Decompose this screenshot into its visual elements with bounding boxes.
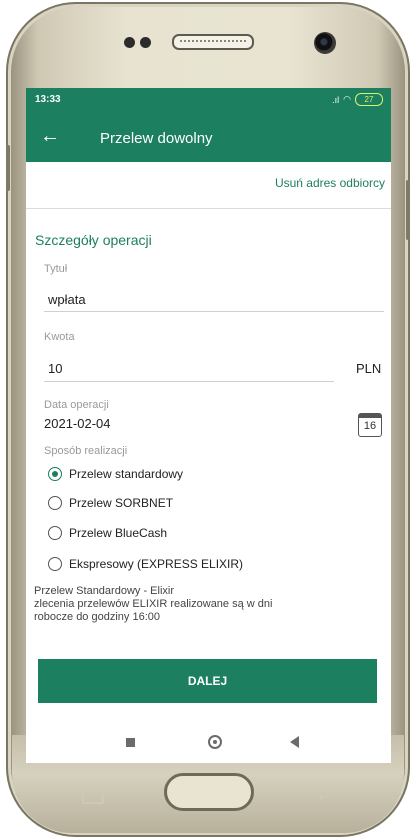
hardware-home-button [164, 773, 254, 811]
title-field[interactable]: wpłata [48, 292, 86, 307]
radio-checked-icon [48, 467, 62, 481]
radio-icon [48, 496, 62, 510]
status-bar: 13:33 .ıl ◠ 27 [26, 88, 391, 114]
date-label: Data operacji [44, 399, 109, 411]
screen: 13:33 .ıl ◠ 27 ← Przelew dowolny Usuń ad… [26, 88, 391, 723]
wifi-icon: ◠ [343, 94, 351, 104]
title-underline [44, 311, 384, 312]
date-field[interactable]: 2021-02-04 [44, 416, 111, 431]
hardware-recent-icon [82, 788, 104, 804]
volume-button [6, 145, 10, 191]
amount-label: Kwota [44, 331, 75, 343]
info-line: robocze do godziny 16:00 [34, 611, 160, 623]
remove-recipient-link[interactable]: Usuń adres odbiorcy [275, 176, 385, 190]
method-info: Przelew Standardowy - Elixir zlecenia pr… [34, 585, 384, 624]
radio-icon [48, 526, 62, 540]
back-icon[interactable] [290, 736, 299, 748]
method-label-text: Przelew SORBNET [69, 496, 174, 510]
power-button [406, 180, 410, 240]
method-sorbnet[interactable]: Przelew SORBNET [48, 493, 173, 513]
method-label-text: Przelew standardowy [69, 467, 184, 481]
front-camera [314, 32, 336, 54]
calendar-day: 16 [363, 420, 377, 432]
amount-field[interactable]: 10 [48, 361, 62, 376]
section-title: Szczegóły operacji [35, 232, 152, 248]
currency-label: PLN [356, 361, 382, 376]
sensor-dot [140, 37, 151, 48]
hardware-back-icon: ↩ [318, 788, 330, 804]
method-express[interactable]: Ekspresowy (EXPRESS ELIXIR) [48, 554, 243, 574]
home-icon[interactable] [208, 735, 222, 749]
recent-apps-icon[interactable] [126, 738, 135, 747]
back-arrow-icon[interactable]: ← [40, 126, 62, 148]
calendar-icon[interactable]: 16 [358, 413, 382, 437]
status-time: 13:33 [35, 94, 61, 105]
battery-icon: 27 [355, 93, 383, 106]
signal-icon: .ıl [332, 94, 340, 105]
system-nav-bar [26, 723, 391, 763]
method-bluecash[interactable]: Przelew BlueCash [48, 523, 167, 543]
radio-icon [48, 557, 62, 571]
sensor-dot [124, 37, 135, 48]
recipient-section: Usuń adres odbiorcy [26, 162, 391, 209]
earpiece-speaker [172, 34, 254, 50]
info-line: zlecenia przelewów ELIXIR realizowane są… [34, 598, 273, 610]
next-button[interactable]: DALEJ [38, 659, 377, 703]
status-icons: .ıl ◠ 27 [332, 93, 383, 106]
info-line: Przelew Standardowy - Elixir [34, 585, 174, 597]
title-label: Tytuł [44, 263, 68, 275]
page-title: Przelew dowolny [100, 130, 213, 147]
amount-underline [44, 381, 334, 382]
method-label-text: Przelew BlueCash [69, 526, 168, 540]
method-label: Sposób realizacji [44, 445, 128, 457]
method-standard[interactable]: Przelew standardowy [48, 464, 183, 484]
method-label-text: Ekspresowy (EXPRESS ELIXIR) [69, 557, 244, 571]
phone-mockup: 13:33 .ıl ◠ 27 ← Przelew dowolny Usuń ad… [0, 0, 416, 839]
app-bar: ← Przelew dowolny [26, 114, 391, 162]
